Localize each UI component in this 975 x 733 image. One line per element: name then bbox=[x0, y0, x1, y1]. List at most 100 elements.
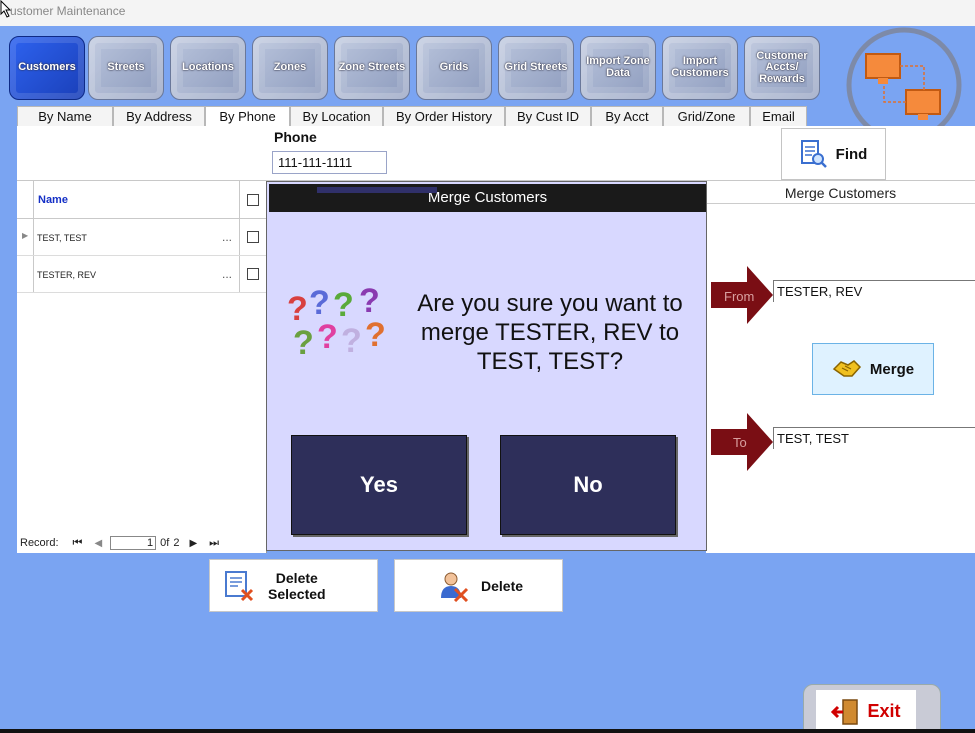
module-tab-label: Zone Streets bbox=[338, 61, 406, 74]
delete-selected-icon bbox=[225, 570, 254, 601]
find-label: Find bbox=[835, 145, 868, 163]
module-tab-grids[interactable]: Grids bbox=[416, 36, 492, 100]
customer-grid: Name ▶ TEST, TEST ... TESTER, REV ... Re… bbox=[17, 181, 267, 553]
to-label: To bbox=[733, 435, 747, 450]
record-current[interactable]: 1 bbox=[110, 536, 157, 550]
yes-label: Yes bbox=[360, 472, 398, 497]
last-record-icon[interactable]: ⏭ bbox=[209, 537, 219, 550]
delete-selected-line2: Selected bbox=[268, 585, 326, 602]
merge-label: Merge bbox=[869, 360, 915, 378]
dialog-message: Are you sure you want to merge TESTER, R… bbox=[417, 290, 683, 375]
module-tab-label: Import Customers bbox=[671, 55, 729, 79]
module-tab-import-customers[interactable]: Import Customers bbox=[662, 36, 738, 100]
tab-by-address[interactable]: By Address bbox=[113, 106, 205, 126]
tab-label: By Cust ID bbox=[516, 109, 580, 124]
prev-record-icon[interactable]: ◀ bbox=[94, 538, 102, 549]
window-title: ustomer Maintenance bbox=[10, 4, 126, 18]
merge-panel-title: Merge Customers bbox=[784, 185, 897, 201]
table-row[interactable]: TESTER, REV ... bbox=[17, 256, 267, 293]
grid-header: Name bbox=[17, 181, 267, 219]
svg-text:?: ? bbox=[359, 282, 380, 320]
grid-column-name: Name bbox=[38, 194, 68, 206]
record-label: Record: bbox=[20, 537, 59, 549]
to-field[interactable]: TEST, TEST bbox=[773, 427, 975, 449]
no-button[interactable]: No bbox=[500, 435, 676, 535]
module-tab-label: Streets bbox=[107, 61, 145, 74]
tab-by-location[interactable]: By Location bbox=[290, 106, 383, 126]
tab-label: By Phone bbox=[219, 109, 276, 124]
tab-label: By Address bbox=[126, 109, 192, 124]
tab-by-phone[interactable]: By Phone bbox=[205, 106, 290, 126]
module-tab-grid-streets[interactable]: Grid Streets bbox=[498, 36, 574, 100]
window-titlebar: ustomer Maintenance bbox=[0, 0, 975, 26]
row-ellipsis-button[interactable]: ... bbox=[222, 230, 232, 244]
bottom-edge bbox=[0, 729, 975, 733]
dialog-title: Merge Customers bbox=[427, 189, 548, 206]
svg-text:?: ? bbox=[287, 290, 308, 328]
next-record-icon[interactable]: ▶ bbox=[189, 538, 197, 549]
module-tab-import-zone-data[interactable]: Import Zone Data bbox=[580, 36, 656, 100]
delete-user-icon bbox=[441, 572, 469, 602]
tab-label: Email bbox=[762, 109, 795, 124]
first-record-icon[interactable]: ⏮ bbox=[73, 537, 83, 550]
module-tab-zones[interactable]: Zones bbox=[252, 36, 328, 100]
delete-selected-label: Delete Selected bbox=[268, 570, 326, 602]
module-tab-customer-accts-rewards[interactable]: Customer Accts/ Rewards bbox=[744, 36, 820, 100]
merge-button[interactable]: Merge bbox=[812, 343, 934, 395]
phone-input[interactable] bbox=[272, 151, 387, 174]
svg-text:?: ? bbox=[341, 322, 362, 360]
delete-selected-button[interactable]: Delete Selected bbox=[209, 559, 378, 612]
merge-customers-dialog: Merge Customers ? ? ? ? ? ? ? ? Are you … bbox=[266, 181, 707, 551]
module-tab-label: Locations bbox=[182, 61, 234, 74]
handshake-icon bbox=[832, 360, 861, 377]
module-tab-label: Customer Accts/ Rewards bbox=[756, 49, 808, 85]
tab-by-cust-id[interactable]: By Cust ID bbox=[505, 106, 591, 126]
find-button[interactable]: Find bbox=[781, 128, 886, 180]
select-all-checkbox[interactable] bbox=[247, 194, 259, 206]
module-tab-label: Customers bbox=[18, 61, 76, 74]
tab-label: By Order History bbox=[395, 109, 493, 124]
exit-label: Exit bbox=[867, 701, 901, 721]
row-name: TESTER, REV bbox=[37, 270, 97, 280]
dialog-titlebar: Merge Customers bbox=[269, 184, 706, 212]
svg-text:?: ? bbox=[317, 318, 338, 356]
delete-label: Delete bbox=[481, 577, 524, 594]
module-tab-locations[interactable]: Locations bbox=[170, 36, 246, 100]
module-tab-label: Grids bbox=[439, 61, 469, 74]
row-checkbox[interactable] bbox=[247, 268, 259, 280]
row-ellipsis-button[interactable]: ... bbox=[222, 267, 232, 281]
tab-by-order-history[interactable]: By Order History bbox=[383, 106, 505, 126]
tab-by-name[interactable]: By Name bbox=[17, 106, 113, 126]
module-tab-customers[interactable]: Customers bbox=[9, 36, 85, 100]
row-checkbox[interactable] bbox=[247, 231, 259, 243]
module-tab-label: Grid Streets bbox=[504, 61, 568, 74]
delete-selected-line1: Delete bbox=[275, 569, 318, 586]
table-row[interactable]: ▶ TEST, TEST ... bbox=[17, 219, 267, 256]
svg-text:?: ? bbox=[365, 316, 386, 354]
record-of: 0f bbox=[160, 537, 170, 549]
module-tab-streets[interactable]: Streets bbox=[88, 36, 164, 100]
mouse-cursor-icon bbox=[0, 0, 12, 18]
record-navigator: Record: ⏮ ◀ 1 0f 2 ▶ ⏭ bbox=[17, 534, 267, 552]
module-tab-zone-streets[interactable]: Zone Streets bbox=[334, 36, 410, 100]
question-marks-icon: ? ? ? ? ? ? ? ? bbox=[287, 282, 386, 362]
tab-label: By Name bbox=[38, 109, 92, 124]
tab-by-acct[interactable]: By Acct bbox=[591, 106, 663, 126]
yes-button[interactable]: Yes bbox=[291, 435, 467, 535]
row-name: TEST, TEST bbox=[37, 233, 87, 243]
delete-button[interactable]: Delete bbox=[394, 559, 563, 612]
record-total: 2 bbox=[173, 537, 180, 549]
find-icon bbox=[800, 140, 827, 168]
search-tabs: By Name By Address By Phone By Location … bbox=[17, 106, 807, 126]
tab-label: By Acct bbox=[605, 109, 649, 124]
module-tab-label: Zones bbox=[273, 61, 307, 74]
phone-label: Phone bbox=[274, 129, 317, 145]
tab-label: Grid/Zone bbox=[677, 109, 736, 124]
exit-button[interactable]: Exit bbox=[816, 690, 916, 733]
tab-email[interactable]: Email bbox=[750, 106, 807, 126]
from-field[interactable]: TESTER, REV bbox=[773, 280, 975, 302]
svg-text:?: ? bbox=[293, 324, 314, 362]
tab-label: By Location bbox=[302, 109, 371, 124]
svg-text:?: ? bbox=[309, 284, 330, 322]
tab-grid-zone[interactable]: Grid/Zone bbox=[663, 106, 750, 126]
